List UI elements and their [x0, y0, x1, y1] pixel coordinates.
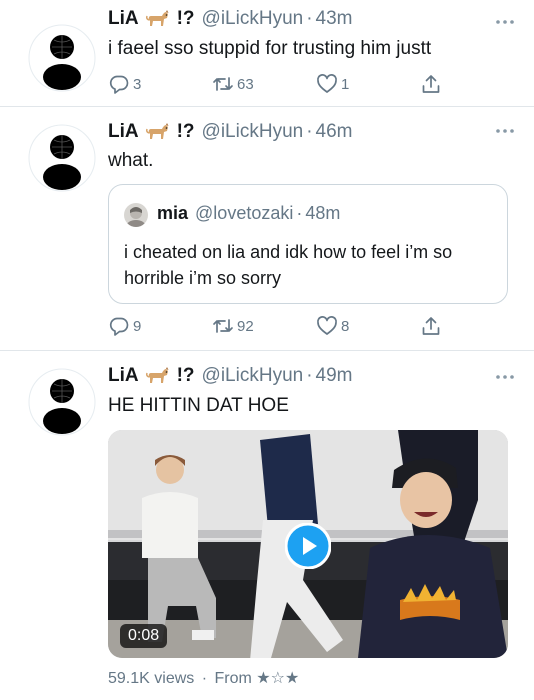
avatar[interactable] [28, 24, 96, 92]
share-icon [420, 315, 442, 337]
dog-emoji-icon [145, 365, 171, 387]
name-suffix: !? [176, 365, 195, 386]
avatar-image [28, 24, 96, 92]
tweet-1[interactable]: LiA !? @iLickHyun · 43m i faeel sso stup… [0, 0, 534, 106]
retweet-button[interactable]: 92 [212, 315, 254, 337]
separator-dot: · [296, 203, 303, 223]
tweet-text: HE HITTIN DAT HOE [108, 395, 289, 416]
tweet-text: what. [108, 150, 154, 171]
separator-dot: · [306, 365, 313, 386]
tweet-actions: 9 92 8 [108, 315, 448, 339]
quoted-tweet[interactable]: mia @lovetozaki · 48m i cheated on lia a… [108, 184, 508, 304]
retweet-count: 92 [237, 317, 254, 335]
timestamp[interactable]: 46m [316, 121, 353, 143]
reply-icon [108, 315, 130, 337]
video-duration: 0:08 [120, 624, 168, 648]
like-button[interactable]: 8 [316, 315, 349, 337]
separator-dot: · [201, 670, 208, 687]
more-icon[interactable] [494, 373, 516, 381]
retweet-icon [212, 315, 234, 337]
reply-button[interactable]: 9 [108, 315, 141, 337]
like-button[interactable]: 1 [316, 73, 349, 95]
separator-dot: · [306, 121, 313, 142]
avatar[interactable] [28, 368, 96, 436]
heart-icon [316, 73, 338, 95]
reply-count: 9 [133, 317, 142, 335]
reply-icon [108, 73, 130, 95]
quoted-timestamp: 48m [305, 203, 341, 223]
share-icon [420, 73, 442, 95]
quoted-header: mia @lovetozaki · 48m [157, 203, 340, 224]
avatar[interactable] [28, 124, 96, 192]
heart-icon [316, 315, 338, 337]
dog-emoji-icon [145, 121, 171, 143]
share-button[interactable] [420, 315, 445, 337]
quoted-author-handle: @lovetozaki [195, 203, 294, 223]
quoted-text: i cheated on lia and idk how to feel i’m… [124, 242, 453, 289]
avatar-image [28, 124, 96, 192]
more-icon[interactable] [494, 18, 516, 26]
author-name[interactable]: LiA [108, 121, 139, 143]
source-prefix: From [214, 670, 252, 687]
reply-button[interactable]: 3 [108, 73, 141, 95]
share-button[interactable] [420, 73, 445, 95]
source-name[interactable]: ★☆★ [256, 670, 299, 687]
separator-dot: · [306, 8, 313, 29]
retweet-count: 63 [237, 75, 254, 93]
tweet-header: LiA !? @iLickHyun · 46m [108, 119, 353, 145]
like-count: 8 [341, 317, 350, 335]
more-icon[interactable] [494, 127, 516, 135]
name-suffix: !? [176, 8, 195, 29]
retweet-icon [212, 73, 234, 95]
name-suffix: !? [176, 121, 195, 142]
like-count: 1 [341, 75, 350, 93]
tweet-header: LiA !? @iLickHyun · 49m [108, 363, 353, 389]
author-handle[interactable]: @iLickHyun [202, 8, 304, 30]
author-name[interactable]: LiA [108, 8, 139, 30]
dog-emoji-icon [145, 8, 171, 30]
tweet-text: i faeel sso stuppid for trusting him jus… [108, 38, 432, 59]
view-count: 59.1K views · From ★☆★ [108, 668, 299, 688]
tweet-actions: 3 63 1 [108, 73, 448, 97]
tweet-2[interactable]: LiA !? @iLickHyun · 46m what. mia @lovet… [0, 107, 534, 350]
author-handle[interactable]: @iLickHyun [202, 365, 304, 387]
author-handle[interactable]: @iLickHyun [202, 121, 304, 143]
avatar-image [28, 368, 96, 436]
timestamp[interactable]: 43m [316, 8, 353, 30]
timestamp[interactable]: 49m [316, 365, 353, 387]
author-name[interactable]: LiA [108, 365, 139, 387]
retweet-button[interactable]: 63 [212, 73, 254, 95]
play-icon[interactable] [285, 523, 331, 569]
views-label: 59.1K views [108, 670, 195, 687]
quoted-author-name: mia [157, 203, 189, 223]
video-player[interactable]: 0:08 [108, 430, 508, 658]
quoted-avatar [124, 203, 148, 227]
tweet-header: LiA !? @iLickHyun · 43m [108, 6, 353, 32]
reply-count: 3 [133, 75, 142, 93]
